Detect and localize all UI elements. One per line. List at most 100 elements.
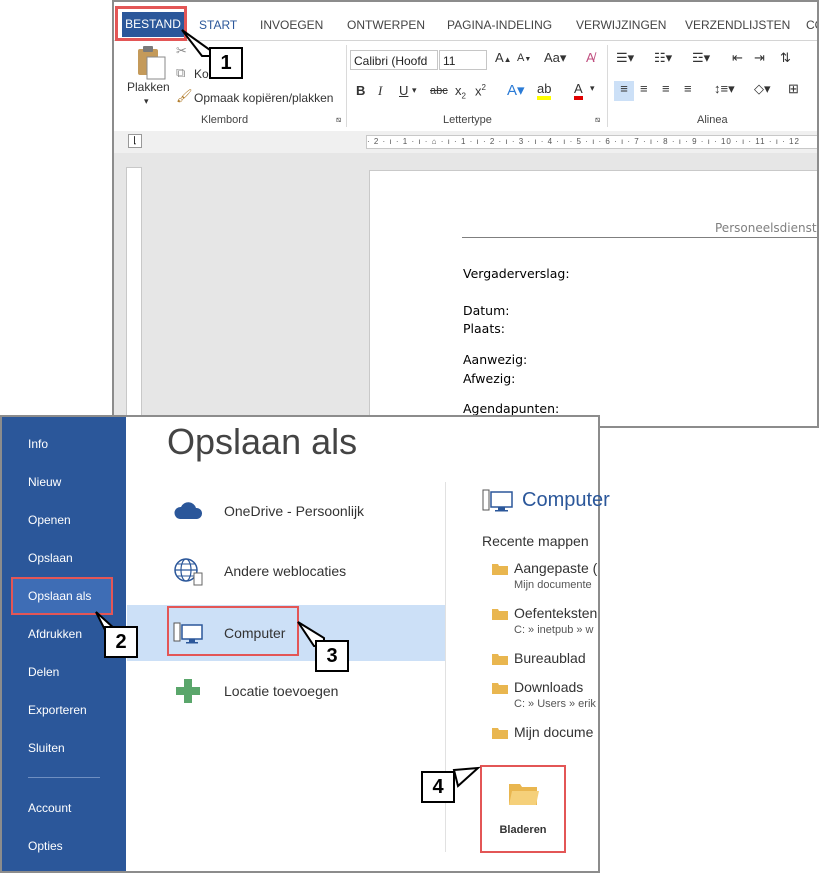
align-center-icon[interactable]: ≡	[640, 81, 648, 96]
font-launcher-icon[interactable]: ⧅	[595, 115, 600, 125]
bullets-icon[interactable]: ☰▾	[616, 50, 634, 66]
folder-name: Downloads	[514, 679, 584, 695]
align-right-icon[interactable]: ≡	[662, 81, 670, 96]
format-painter-label[interactable]: Opmaak kopiëren/plakken	[194, 91, 333, 105]
superscript-icon[interactable]: x2	[475, 83, 486, 98]
place-label: Locatie toevoegen	[224, 683, 339, 699]
shrink-font-icon[interactable]: A▼	[517, 52, 531, 64]
nav-new[interactable]: Nieuw	[28, 475, 61, 489]
font-size-select[interactable]: 11	[439, 50, 487, 70]
folder-path: C: » inetpub » w	[514, 624, 594, 636]
copy-label[interactable]: Ko	[194, 67, 209, 81]
increase-indent-icon[interactable]: ⇥	[754, 50, 765, 66]
text-effects-icon[interactable]: A▾	[507, 81, 525, 99]
recent-folder-item[interactable]: Oefenteksten C: » inetpub » w	[492, 605, 598, 641]
folder-icon	[492, 564, 508, 575]
change-case-icon[interactable]: Aa▾	[544, 50, 566, 66]
justify-icon[interactable]: ≡	[684, 81, 692, 96]
plus-icon	[176, 679, 200, 703]
nav-options[interactable]: Opties	[28, 839, 63, 853]
italic-icon[interactable]: I	[378, 83, 382, 99]
font-color-dropdown-icon[interactable]: ▾	[590, 83, 595, 94]
file-tab-highlight	[115, 6, 187, 41]
browse-button[interactable]: Bladeren	[480, 765, 566, 853]
subscript-icon[interactable]: x2	[455, 83, 466, 101]
nav-export[interactable]: Exporteren	[28, 703, 87, 717]
place-label: Andere weblocaties	[224, 563, 347, 579]
doc-line[interactable]: Plaats:	[463, 321, 505, 336]
folder-open-icon	[509, 784, 539, 805]
doc-line[interactable]: Aanwezig:	[463, 352, 527, 367]
group-divider	[607, 45, 608, 127]
doc-line[interactable]: Vergaderverslag:	[463, 266, 570, 281]
numbering-icon[interactable]: ☷▾	[654, 50, 672, 66]
tab-selector-icon[interactable]: ⌊	[128, 134, 142, 148]
nav-print[interactable]: Afdrukken	[28, 627, 82, 641]
doc-line[interactable]: Afwezig:	[463, 371, 515, 386]
copy-icon[interactable]: ⧉	[176, 65, 185, 81]
tab-design[interactable]: ONTWERPEN	[347, 14, 425, 36]
nav-save[interactable]: Opslaan	[28, 551, 73, 565]
folder-name: Aangepaste (	[514, 560, 598, 576]
clear-formatting-icon[interactable]: A̸	[586, 50, 595, 65]
recent-folder-item[interactable]: Bureaublad	[492, 650, 598, 672]
nav-account[interactable]: Account	[28, 801, 71, 815]
right-panel-title: Computer	[522, 489, 610, 511]
decrease-indent-icon[interactable]: ⇤	[732, 50, 743, 66]
folder-path: C: » Users » erik s	[514, 698, 598, 710]
underline-dropdown-icon[interactable]: ▾	[412, 85, 417, 96]
sort-icon[interactable]: ⇅	[780, 50, 791, 66]
backstage-title: Opslaan als	[167, 421, 358, 462]
nav-info[interactable]: Info	[28, 437, 48, 451]
line-spacing-icon[interactable]: ↕≡▾	[714, 81, 735, 97]
nav-divider	[28, 777, 100, 778]
font-color-icon[interactable]: A	[574, 81, 583, 100]
underline-icon[interactable]: U	[399, 83, 408, 98]
nav-open[interactable]: Openen	[28, 513, 71, 527]
place-onedrive[interactable]: OneDrive - Persoonlijk	[127, 483, 445, 539]
strikethrough-icon[interactable]: abc	[430, 85, 448, 97]
callout-4: 4	[421, 771, 455, 803]
folder-icon	[492, 609, 508, 620]
bold-icon[interactable]: B	[356, 83, 365, 98]
borders-icon[interactable]: ⊞	[788, 81, 799, 97]
horizontal-ruler[interactable]: · 2 · ı · 1 · ı · ⌂ · ı · 1 · ı · 2 · ı …	[366, 135, 817, 149]
callout-1: 1	[209, 47, 243, 79]
computer-icon	[482, 489, 513, 512]
format-painter-icon[interactable]: 🖌	[176, 88, 193, 104]
ruler-area: ⌊ · 2 · ı · 1 · ı · ⌂ · ı · 1 · ı · 2 · …	[114, 131, 817, 153]
computer-place-highlight	[167, 606, 299, 656]
folder-path: Mijn documente	[514, 579, 592, 591]
place-add-location[interactable]: Locatie toevoegen	[127, 663, 445, 719]
grow-font-icon[interactable]: A▲	[495, 50, 512, 65]
clipboard-group-label: Klembord	[201, 114, 249, 126]
shading-icon[interactable]: ◇▾	[754, 81, 771, 97]
folder-name: Mijn docume	[514, 724, 594, 740]
tab-review[interactable]: CO	[806, 14, 817, 36]
nav-share[interactable]: Delen	[28, 665, 59, 679]
nav-save-as[interactable]: Opslaan als	[28, 589, 91, 603]
align-left-icon[interactable]: ≡	[614, 81, 634, 101]
font-name-select[interactable]: Calibri (Hoofd	[350, 50, 438, 70]
tab-page-layout[interactable]: PAGINA-INDELING	[447, 14, 552, 36]
folder-name: Oefenteksten	[514, 605, 598, 621]
clipboard-launcher-icon[interactable]: ⧅	[336, 115, 341, 125]
tab-references[interactable]: VERWIJZINGEN	[576, 14, 666, 36]
tab-mailings[interactable]: VERZENDLIJSTEN	[685, 14, 790, 36]
document-page[interactable]: Personeelsdienst Vergaderverslag: Datum:…	[369, 170, 817, 426]
recent-folder-item[interactable]: Downloads C: » Users » erik s	[492, 679, 598, 715]
paste-label[interactable]: Plakken	[127, 80, 170, 94]
doc-line[interactable]: Agendapunten:	[463, 401, 559, 416]
recent-folder-item[interactable]: Mijn docume	[492, 724, 598, 746]
paste-icon[interactable]	[134, 45, 168, 81]
nav-close[interactable]: Sluiten	[28, 741, 65, 755]
multilevel-list-icon[interactable]: ☲▾	[692, 50, 710, 66]
paste-dropdown-icon[interactable]: ▾	[144, 96, 149, 107]
doc-line[interactable]: Datum:	[463, 303, 510, 318]
highlight-icon[interactable]: ab	[537, 81, 552, 100]
font-group-label: Lettertype	[443, 114, 492, 126]
tab-insert[interactable]: INVOEGEN	[260, 14, 323, 36]
vertical-ruler[interactable]	[126, 167, 142, 426]
place-other-web[interactable]: Andere weblocaties	[127, 543, 445, 599]
recent-folder-item[interactable]: Aangepaste ( Mijn documente	[492, 560, 598, 596]
